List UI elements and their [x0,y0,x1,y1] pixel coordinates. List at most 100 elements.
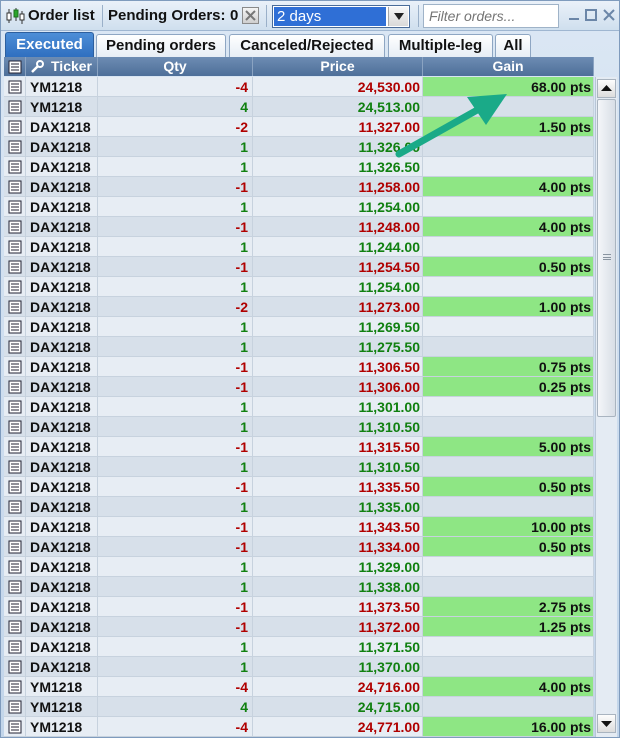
vertical-scrollbar[interactable] [595,77,617,737]
gain-cell [423,577,594,597]
document-icon[interactable] [4,277,26,297]
table-row[interactable]: DAX1218 1 11,269.50 [4,317,594,337]
document-icon[interactable] [4,157,26,177]
column-header-price[interactable]: Price [253,57,423,76]
table-row[interactable]: DAX1218 1 11,310.50 [4,417,594,437]
table-row[interactable]: DAX1218 -1 11,373.50 2.75 pts [4,597,594,617]
table-row[interactable]: DAX1218 -2 11,273.00 1.00 pts [4,297,594,317]
table-row[interactable]: DAX1218 -2 11,327.00 1.50 pts [4,117,594,137]
table-row[interactable]: DAX1218 -1 11,315.50 5.00 pts [4,437,594,457]
tab-multiple-leg[interactable]: Multiple-leg [388,34,493,57]
document-icon[interactable] [4,77,26,97]
table-row[interactable]: DAX1218 -1 11,372.00 1.25 pts [4,617,594,637]
document-icon[interactable] [4,357,26,377]
qty-cell: -1 [98,517,253,537]
table-row[interactable]: DAX1218 -1 11,335.50 0.50 pts [4,477,594,497]
table-row[interactable]: YM1218 -4 24,716.00 4.00 pts [4,677,594,697]
document-icon[interactable] [4,597,26,617]
price-cell: 11,326.50 [253,157,423,177]
document-icon[interactable] [4,537,26,557]
table-row[interactable]: DAX1218 1 11,254.00 [4,197,594,217]
gain-cell [423,197,594,217]
table-row[interactable]: DAX1218 -1 11,334.00 0.50 pts [4,537,594,557]
maximize-icon[interactable] [583,7,599,23]
table-row[interactable]: DAX1218 1 11,371.50 [4,637,594,657]
document-icon[interactable] [4,117,26,137]
gain-cell: 10.00 pts [423,517,594,537]
table-row[interactable]: DAX1218 1 11,335.00 [4,497,594,517]
table-row[interactable]: DAX1218 -1 11,258.00 4.00 pts [4,177,594,197]
close-window-icon[interactable] [601,7,617,23]
document-icon[interactable] [4,437,26,457]
table-row[interactable]: DAX1218 1 11,310.50 [4,457,594,477]
document-icon[interactable] [4,237,26,257]
document-icon[interactable] [4,617,26,637]
table-row[interactable]: DAX1218 1 11,326.50 [4,157,594,177]
table-row[interactable]: YM1218 -4 24,530.00 68.00 pts [4,77,594,97]
document-icon[interactable] [4,397,26,417]
filter-orders-input[interactable] [423,4,559,28]
column-header-gain[interactable]: Gain [423,57,594,76]
tab-executed[interactable]: Executed [5,32,94,57]
table-row[interactable]: DAX1218 -1 11,306.50 0.75 pts [4,357,594,377]
document-icon[interactable] [4,177,26,197]
column-header-ticker[interactable]: Ticker [26,57,98,76]
document-icon[interactable] [4,417,26,437]
scroll-thumb[interactable] [597,99,616,417]
document-icon[interactable] [4,97,26,117]
price-cell: 11,301.00 [253,397,423,417]
table-row[interactable]: YM1218 -4 24,771.00 16.00 pts [4,717,594,737]
document-icon[interactable] [4,717,26,737]
table-row[interactable]: DAX1218 1 11,244.00 [4,237,594,257]
tab-all[interactable]: All [495,34,531,57]
tab-canceled-rejected[interactable]: Canceled/Rejected [229,34,385,57]
document-icon[interactable] [4,297,26,317]
table-row[interactable]: DAX1218 1 11,370.00 [4,657,594,677]
arrow-down-icon [601,721,612,727]
document-icon[interactable] [4,337,26,357]
price-cell: 11,275.50 [253,337,423,357]
gain-cell [423,557,594,577]
document-icon[interactable] [4,457,26,477]
document-icon[interactable] [4,637,26,657]
order-list-window: Order list Pending Orders: 0 2 days Filt… [0,0,620,738]
table-row[interactable]: DAX1218 1 11,329.00 [4,557,594,577]
document-icon[interactable] [4,697,26,717]
table-row[interactable]: YM1218 4 24,715.00 [4,697,594,717]
table-row[interactable]: DAX1218 1 11,301.00 [4,397,594,417]
period-dropdown[interactable]: 2 days [272,5,410,28]
document-icon[interactable] [4,257,26,277]
table-row[interactable]: DAX1218 1 11,326.00 [4,137,594,157]
document-icon[interactable] [4,137,26,157]
minimize-icon[interactable] [566,7,582,23]
scroll-up-button[interactable] [597,79,616,98]
document-icon[interactable] [4,677,26,697]
document-icon[interactable] [4,197,26,217]
scroll-down-button[interactable] [597,714,616,733]
document-icon[interactable] [4,217,26,237]
document-icon[interactable] [4,657,26,677]
table-row[interactable]: DAX1218 1 11,275.50 [4,337,594,357]
document-icon[interactable] [4,557,26,577]
table-row[interactable]: DAX1218 -1 11,248.00 4.00 pts [4,217,594,237]
table-row[interactable]: DAX1218 -1 11,254.50 0.50 pts [4,257,594,277]
table-row[interactable]: DAX1218 -1 11,306.00 0.25 pts [4,377,594,397]
document-icon[interactable] [4,477,26,497]
document-icon[interactable] [4,377,26,397]
document-icon[interactable] [4,517,26,537]
document-icon[interactable] [4,497,26,517]
column-header-qty[interactable]: Qty [98,57,253,76]
table-row[interactable]: DAX1218 -1 11,343.50 10.00 pts [4,517,594,537]
document-icon[interactable] [4,57,26,76]
price-cell: 11,254.00 [253,277,423,297]
wrench-icon[interactable] [30,60,44,74]
table-row[interactable]: YM1218 4 24,513.00 [4,97,594,117]
table-row[interactable]: DAX1218 1 11,254.00 [4,277,594,297]
price-cell: 11,343.50 [253,517,423,537]
document-icon[interactable] [4,317,26,337]
document-icon[interactable] [4,577,26,597]
tab-pending-orders[interactable]: Pending orders [96,34,226,57]
chevron-down-icon[interactable] [388,7,408,26]
table-row[interactable]: DAX1218 1 11,338.00 [4,577,594,597]
cancel-pending-button[interactable] [242,7,259,24]
